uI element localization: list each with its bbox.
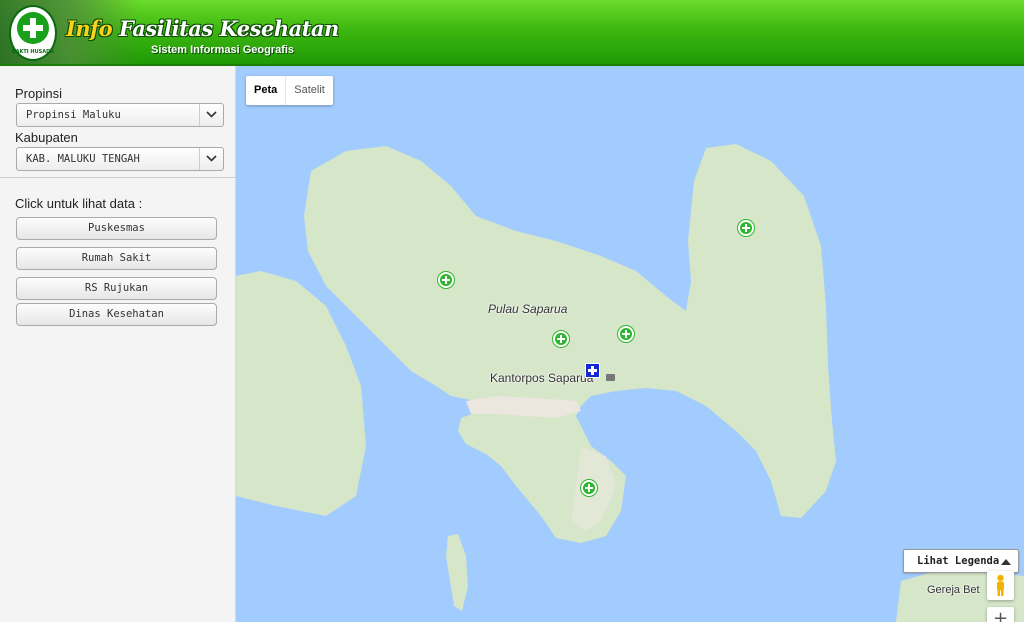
click-data-label: Click untuk lihat data : [15, 196, 143, 211]
map-type-satelit[interactable]: Satelit [285, 76, 333, 105]
church-label: Gereja Bet [927, 584, 980, 596]
island-label: Pulau Saparua [488, 302, 568, 316]
chevron-down-icon [199, 148, 223, 170]
puskesmas-marker[interactable] [581, 480, 597, 496]
map-type-control: Peta Satelit [246, 76, 333, 105]
kabupaten-selected-value: KAB. MALUKU TENGAH [26, 153, 140, 165]
propinsi-selected-value: Propinsi Maluku [26, 109, 121, 121]
app-title-info: Info [66, 16, 113, 41]
map-terrain [236, 144, 1024, 622]
kabupaten-select[interactable]: KAB. MALUKU TENGAH [16, 147, 224, 171]
rumah-sakit-button[interactable]: Rumah Sakit [16, 247, 217, 270]
logo-cross-icon [17, 12, 49, 44]
logo-text: BAKTI HUSADA [11, 49, 55, 55]
post-office-label: Kantorpos Saparua [490, 371, 594, 385]
propinsi-select[interactable]: Propinsi Maluku [16, 103, 224, 127]
app-header: BAKTI HUSADA Info Fasilitas Kesehatan Si… [0, 0, 1024, 66]
app-subtitle: Sistem Informasi Geografis [151, 44, 295, 56]
app-title-main: Fasilitas Kesehatan [112, 16, 339, 41]
sidebar: Propinsi Propinsi Maluku Kabupaten KAB. … [0, 66, 236, 622]
street-view-pegman-icon[interactable] [987, 571, 1014, 600]
sidebar-divider [0, 177, 236, 178]
kabupaten-label: Kabupaten [15, 130, 78, 145]
map-canvas[interactable]: Peta Satelit Pulau Saparua Kantorpos Sap… [236, 66, 1024, 622]
app-title: Info Fasilitas Kesehatan [66, 16, 339, 41]
zoom-in-button[interactable]: + [987, 607, 1014, 622]
puskesmas-marker[interactable] [738, 220, 754, 236]
map-type-peta[interactable]: Peta [246, 76, 285, 105]
legend-toggle-button[interactable]: Lihat Legenda [903, 549, 1019, 573]
puskesmas-marker[interactable] [438, 272, 454, 288]
puskesmas-marker[interactable] [553, 331, 569, 347]
puskesmas-button[interactable]: Puskesmas [16, 217, 217, 240]
legend-button-label: Lihat Legenda [917, 555, 1000, 567]
rs-rujukan-button[interactable]: RS Rujukan [16, 277, 217, 300]
chevron-down-icon [199, 104, 223, 126]
dinas-kesehatan-marker[interactable] [585, 363, 600, 378]
mail-icon [606, 374, 615, 381]
bakti-husada-logo: BAKTI HUSADA [9, 5, 57, 61]
caret-up-icon [1001, 559, 1011, 565]
puskesmas-marker[interactable] [618, 326, 634, 342]
propinsi-label: Propinsi [15, 86, 62, 101]
dinas-kesehatan-button[interactable]: Dinas Kesehatan [16, 303, 217, 326]
